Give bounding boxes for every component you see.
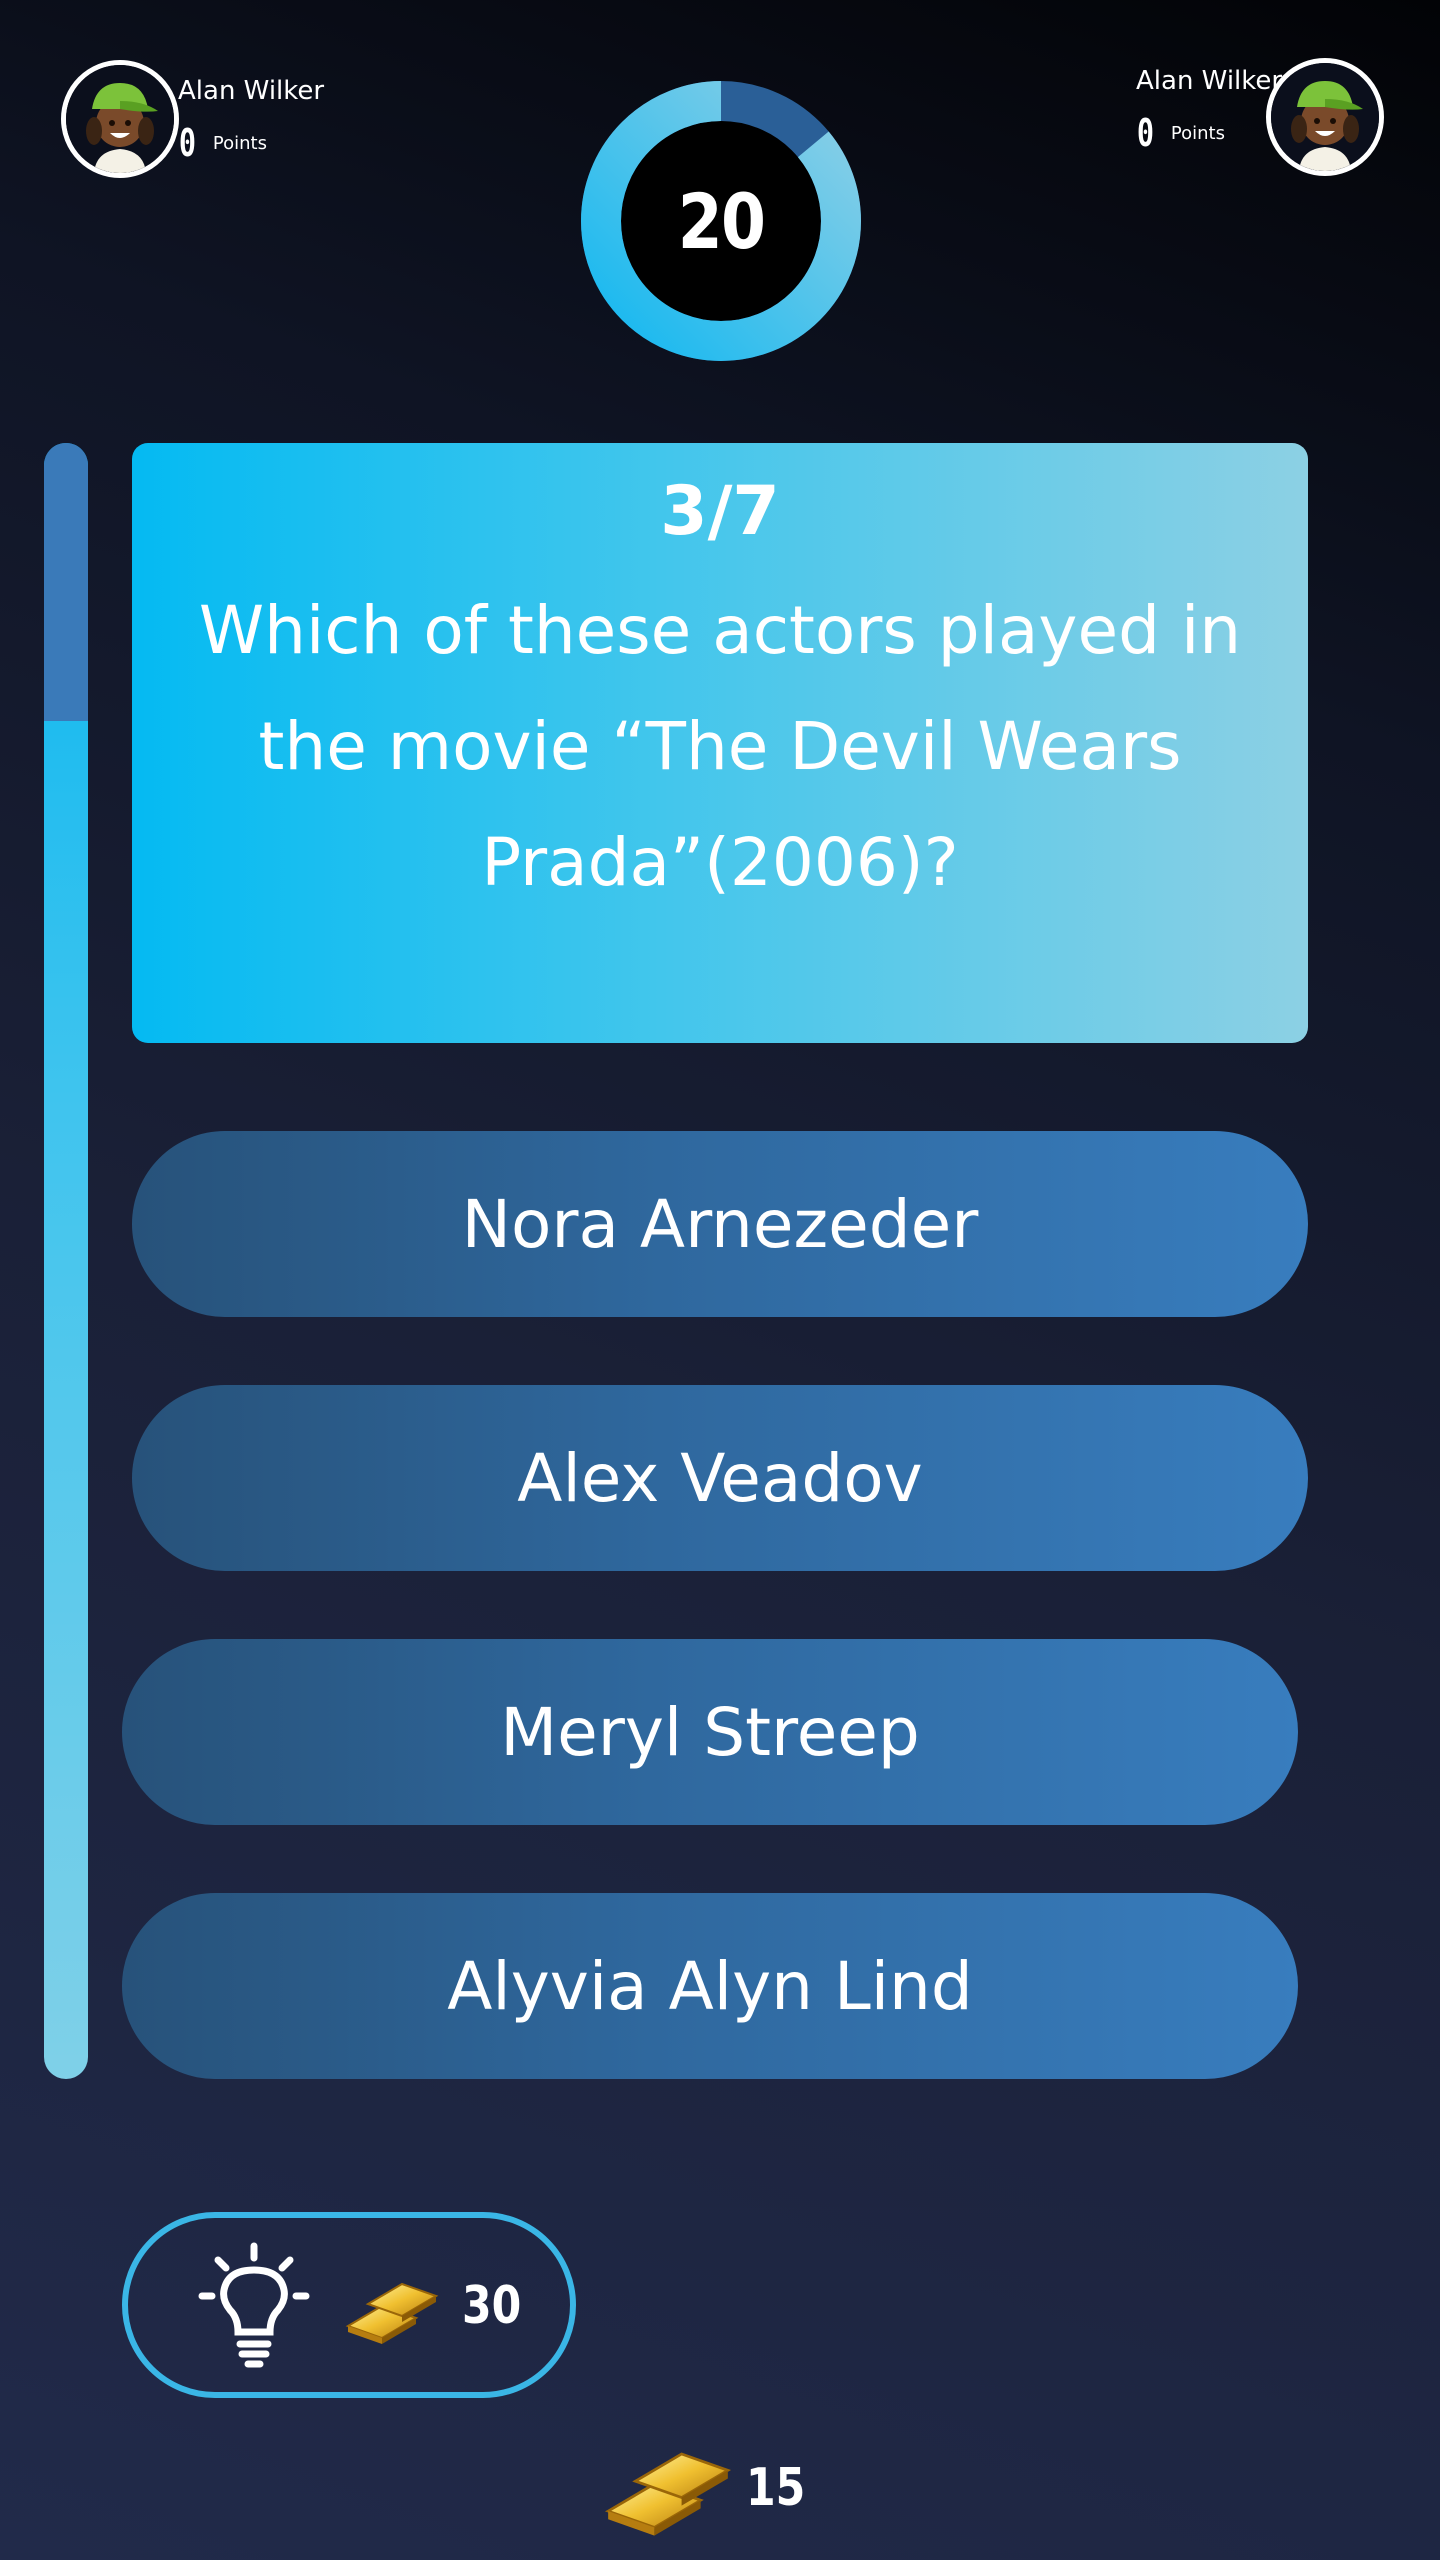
gold-bars-icon xyxy=(604,2452,732,2536)
player-left-avatar xyxy=(61,60,179,178)
answer-option-1[interactable]: Nora Arnezeder xyxy=(132,1131,1308,1317)
question-card: 3/7 Which of these actors played in the … xyxy=(132,443,1308,1043)
player-left-name: Alan Wilker xyxy=(178,76,325,106)
player-right-name: Alan Wilker xyxy=(1136,66,1283,96)
timer-value: 20 xyxy=(677,176,766,266)
avatar-character-icon xyxy=(66,65,174,173)
progress-elapsed xyxy=(44,443,88,722)
coin-wallet: 15 xyxy=(600,2440,820,2540)
question-text: Which of these actors played in the movi… xyxy=(198,591,1242,901)
player-right-avatar xyxy=(1266,58,1384,176)
player-right-points: 0 xyxy=(1136,111,1155,155)
player-left-points: 0 xyxy=(178,121,197,165)
player-left-points-label: Points xyxy=(212,132,267,154)
countdown-timer: 20 xyxy=(580,80,862,362)
player-left-score: 0 Points xyxy=(176,124,267,162)
coin-balance: 15 xyxy=(746,2458,806,2518)
hint-button[interactable]: 30 xyxy=(122,2212,576,2398)
lightbulb-icon xyxy=(198,2242,310,2368)
answer-option-4[interactable]: Alyvia Alyn Lind xyxy=(122,1893,1298,2079)
player-right-score: 0 Points xyxy=(1134,114,1225,152)
avatar-character-icon xyxy=(1271,63,1379,171)
gold-bars-icon xyxy=(345,2282,439,2344)
player-right-points-label: Points xyxy=(1170,122,1225,144)
question-counter: 3/7 xyxy=(660,472,780,551)
answer-option-2[interactable]: Alex Veadov xyxy=(132,1385,1308,1571)
answer-option-3[interactable]: Meryl Streep xyxy=(122,1639,1298,1825)
question-progress-bar xyxy=(44,443,88,2079)
hint-cost: 30 xyxy=(462,2276,522,2336)
